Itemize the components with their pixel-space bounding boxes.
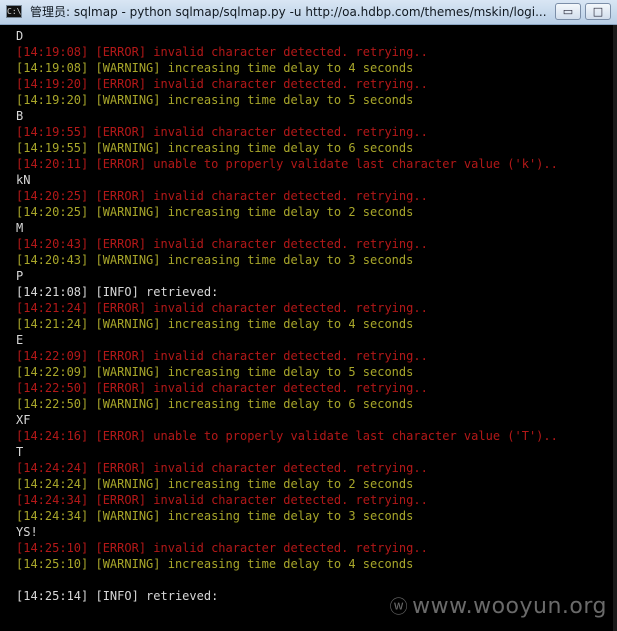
console-line: [14:21:08] [INFO] retrieved: — [16, 285, 219, 299]
console-line: YS! — [16, 525, 38, 539]
console-line: [14:19:20] [ERROR] invalid character det… — [16, 77, 428, 91]
console-line: [14:25:10] [WARNING] increasing time del… — [16, 557, 414, 571]
console-line: [14:20:25] [WARNING] increasing time del… — [16, 205, 414, 219]
console-line: [14:20:43] [WARNING] increasing time del… — [16, 253, 414, 267]
console-line: [14:19:55] [WARNING] increasing time del… — [16, 141, 414, 155]
console-line: [14:22:09] [ERROR] invalid character det… — [16, 349, 428, 363]
console-line: kN — [16, 173, 31, 187]
console-line: E — [16, 333, 24, 347]
console-line: P — [16, 269, 24, 283]
watermark: ⓦ www.wooyun.org — [390, 593, 607, 619]
console-lines: D [14:19:08] [ERROR] invalid character de… — [16, 28, 613, 604]
console-line: [14:19:08] [WARNING] increasing time del… — [16, 61, 414, 75]
console-line: [14:22:50] [WARNING] increasing time del… — [16, 397, 414, 411]
console-line: [14:21:24] [ERROR] invalid character det… — [16, 301, 428, 315]
console-line: B — [16, 109, 24, 123]
console-line: [14:24:34] [ERROR] invalid character det… — [16, 493, 428, 507]
window-title-bar[interactable]: C:\ 管理员: sqlmap - python sqlmap/sqlmap.p… — [0, 0, 617, 25]
console-line: T — [16, 445, 24, 459]
maximize-button[interactable]: □ — [585, 3, 611, 20]
console-line: [14:24:24] [WARNING] increasing time del… — [16, 477, 414, 491]
console-output[interactable]: D [14:19:08] [ERROR] invalid character de… — [0, 25, 617, 631]
minimize-button[interactable]: ▭ — [555, 3, 581, 20]
console-line: D — [16, 29, 24, 43]
console-line: [14:20:25] [ERROR] invalid character det… — [16, 189, 428, 203]
console-line: [14:24:24] [ERROR] invalid character det… — [16, 461, 428, 475]
console-line: [14:19:08] [ERROR] invalid character det… — [16, 45, 428, 59]
console-line: [14:21:24] [WARNING] increasing time del… — [16, 317, 414, 331]
cmd-icon: C:\ — [6, 5, 22, 18]
console-line: [14:22:09] [WARNING] increasing time del… — [16, 365, 414, 379]
console-line: [14:22:50] [ERROR] invalid character det… — [16, 381, 428, 395]
console-line: [14:20:11] [ERROR] unable to properly va… — [16, 157, 558, 171]
console-line: XF — [16, 413, 31, 427]
scrollbar[interactable] — [613, 25, 617, 631]
watermark-text: www.wooyun.org — [412, 594, 607, 619]
window-title: 管理员: sqlmap - python sqlmap/sqlmap.py -u… — [30, 5, 547, 19]
wooyun-logo-icon: ⓦ — [389, 597, 409, 618]
console-line: [14:19:55] [ERROR] invalid character det… — [16, 125, 428, 139]
console-line: [14:25:10] [ERROR] invalid character det… — [16, 541, 428, 555]
console-line: [14:19:20] [WARNING] increasing time del… — [16, 93, 414, 107]
console-line: [14:24:34] [WARNING] increasing time del… — [16, 509, 414, 523]
console-line: [14:24:16] [ERROR] unable to properly va… — [16, 429, 558, 443]
console-line: [14:20:43] [ERROR] invalid character det… — [16, 237, 428, 251]
left-edge — [0, 25, 10, 631]
console-line: M — [16, 221, 24, 235]
